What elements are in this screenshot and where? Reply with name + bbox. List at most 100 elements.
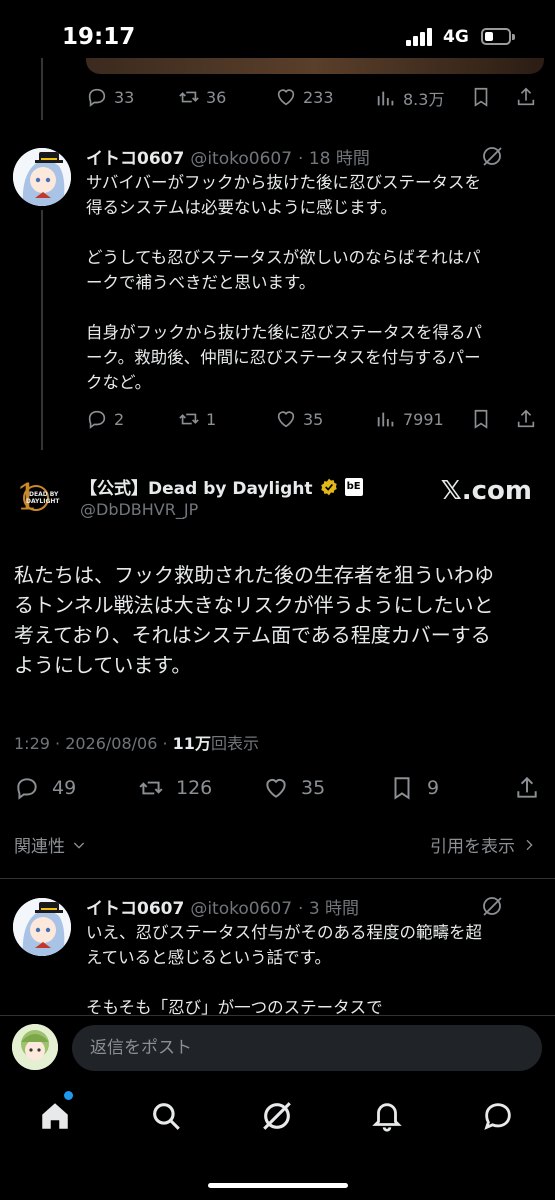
reply-icon — [88, 410, 106, 429]
like-button[interactable]: 233 — [275, 86, 334, 108]
home-icon — [42, 1103, 68, 1129]
repost-icon — [139, 781, 163, 795]
views-icon — [377, 91, 394, 106]
like-button[interactable]: 35 — [263, 775, 325, 801]
svg-text:DAYLIGHT: DAYLIGHT — [26, 498, 60, 505]
tweet-meta: 1:29 · 2026/08/06 · 11万回表示 — [14, 730, 259, 754]
network-type: 4G — [443, 27, 469, 47]
chevron-right-icon — [526, 839, 533, 850]
tweet-text: いえ、忍びステータス付与がそのある程度の範疇を超 えていると感じるという話です。… — [86, 923, 482, 1017]
verified-badge-icon — [320, 478, 337, 495]
tweet-media[interactable] — [86, 58, 544, 74]
views-label: 回表示 — [210, 734, 259, 753]
search-tab[interactable] — [149, 1099, 183, 1133]
reply-count: 49 — [52, 777, 77, 799]
tweet-time: · 18 時間 — [298, 149, 370, 169]
views-icon — [377, 412, 394, 427]
chevron-down-icon — [73, 842, 85, 849]
home-tab[interactable] — [38, 1099, 72, 1133]
repost-count: 126 — [176, 777, 213, 799]
thread-line — [41, 58, 43, 120]
reply-button[interactable]: 33 — [86, 86, 134, 108]
main-tweet-text: 私たちは、フック救助された後の生存者を狙ういわゆ るトンネル戦法は大きなリスクが… — [14, 563, 494, 677]
like-count: 35 — [301, 777, 326, 799]
grok-icon[interactable] — [480, 894, 504, 918]
repost-button[interactable]: 36 — [178, 86, 226, 108]
author-handle[interactable]: @itoko0607 — [190, 149, 292, 169]
bookmark-icon — [474, 409, 488, 429]
views-button[interactable]: 8.3万 — [375, 86, 444, 110]
like-button[interactable]: 35 — [275, 408, 323, 430]
affiliate-badge: bE — [344, 477, 363, 496]
timestamp: 1:29 · 2026/08/06 · — [14, 734, 173, 753]
signal-icon — [406, 28, 436, 46]
bookmark-icon — [474, 87, 488, 107]
bookmark-button[interactable]: 9 — [389, 775, 439, 801]
tweet-header: イトコ0607 @itoko0607 · 3 時間 — [86, 894, 359, 919]
repost-count: 1 — [206, 409, 217, 429]
search-icon — [153, 1103, 180, 1130]
dbd-logo[interactable]: 1 DEAD BY DAYLIGHT — [14, 470, 68, 524]
author-name[interactable]: 【公式】Dead by Daylight — [80, 474, 313, 499]
tweet-text: サバイバーがフックから抜けた後に忍びステータスを 得るシステムは必要ないように感… — [86, 173, 482, 392]
thread-line — [41, 210, 43, 450]
home-notification-dot — [64, 1091, 73, 1100]
repost-count: 36 — [206, 87, 227, 107]
author-name-row[interactable]: 【公式】Dead by Daylight bE — [80, 474, 363, 499]
my-avatar[interactable] — [12, 1024, 58, 1070]
divider — [0, 878, 555, 879]
show-quotes-link[interactable]: 引用を表示 — [430, 832, 537, 857]
views-count: 8.3万 — [403, 90, 445, 109]
reply-count: 33 — [114, 87, 135, 107]
reply-button[interactable]: 49 — [14, 775, 76, 801]
svg-text:DEAD BY: DEAD BY — [29, 491, 59, 498]
notifications-icon — [372, 1103, 402, 1132]
reply-input[interactable]: 返信をポスト — [72, 1025, 542, 1071]
avatar[interactable] — [13, 898, 71, 956]
share-button[interactable] — [515, 86, 537, 108]
author-handle[interactable]: @DbDBHVR_JP — [80, 500, 198, 519]
notifications-tab[interactable] — [370, 1099, 404, 1133]
tweet-time: · 3 時間 — [298, 899, 360, 919]
views-count: 7991 — [403, 409, 444, 429]
like-count: 233 — [303, 87, 334, 107]
repost-button[interactable]: 126 — [138, 775, 212, 801]
author-name[interactable]: イトコ0607 — [86, 144, 184, 169]
reply-icon — [88, 88, 106, 107]
avatar-image — [13, 898, 71, 956]
repost-button[interactable]: 1 — [178, 408, 216, 430]
dbd-logo-image: 1 DEAD BY DAYLIGHT — [14, 470, 68, 524]
share-icon — [517, 776, 537, 798]
like-icon — [277, 89, 295, 106]
messages-tab[interactable] — [481, 1099, 515, 1133]
bookmark-button[interactable] — [470, 408, 492, 430]
like-count: 35 — [303, 409, 324, 429]
grok-tab[interactable] — [260, 1099, 294, 1133]
like-icon — [277, 411, 295, 428]
share-button[interactable] — [515, 408, 537, 430]
tweet-header: イトコ0607 @itoko0607 · 18 時間 — [86, 144, 370, 169]
sort-relevance-button[interactable]: 関連性 — [14, 832, 87, 857]
author-handle[interactable]: @itoko0607 — [190, 899, 292, 919]
repost-icon — [179, 413, 199, 425]
reply-bar: 返信をポスト — [0, 1015, 555, 1085]
share-icon — [517, 87, 535, 106]
author-name[interactable]: イトコ0607 — [86, 894, 184, 919]
bookmark-icon — [394, 777, 410, 800]
main-tweet-actions: 49 126 35 9 — [0, 770, 555, 810]
views-count: 11万 — [172, 734, 211, 753]
bookmark-button[interactable] — [470, 86, 492, 108]
sort-label: 関連性 — [14, 837, 65, 857]
messages-icon — [484, 1103, 511, 1130]
grok-icon[interactable] — [480, 144, 504, 168]
home-indicator — [208, 1183, 348, 1188]
reply-count: 2 — [114, 409, 125, 429]
battery-icon — [481, 28, 515, 45]
avatar[interactable] — [13, 148, 71, 206]
bookmark-count: 9 — [427, 777, 440, 799]
my-avatar-image — [12, 1024, 58, 1070]
reply-button[interactable]: 2 — [86, 408, 124, 430]
views-button[interactable]: 7991 — [375, 408, 444, 430]
share-button[interactable] — [514, 775, 540, 801]
bottom-nav — [0, 1085, 555, 1200]
